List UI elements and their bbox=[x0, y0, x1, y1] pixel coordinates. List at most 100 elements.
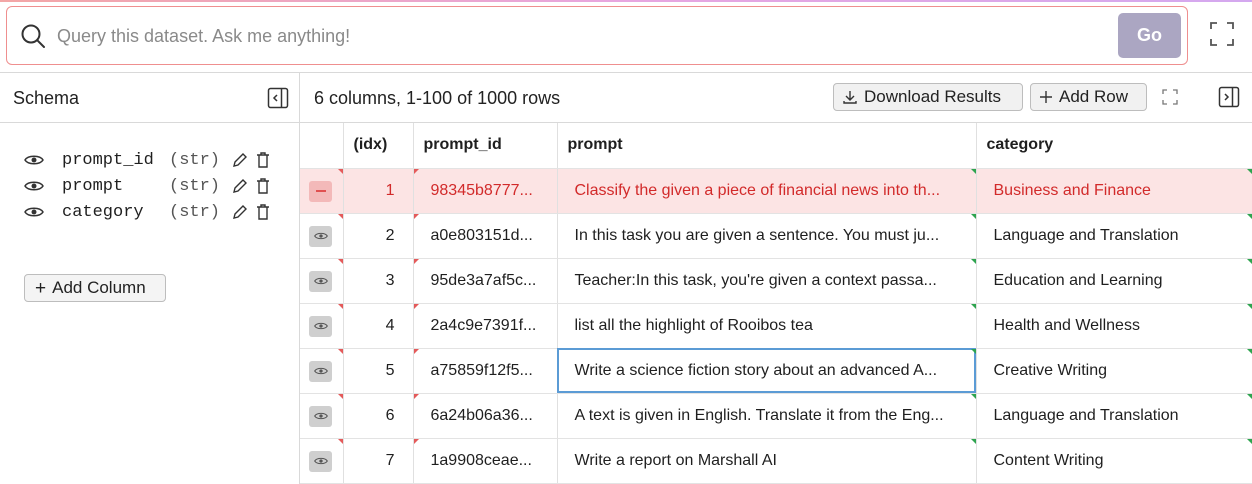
cell-text: Health and Wellness bbox=[993, 316, 1140, 334]
collapse-panel-icon[interactable] bbox=[267, 87, 289, 109]
eye-icon[interactable] bbox=[309, 360, 332, 382]
table-row[interactable]: 2 a0e803151d... In this task you are giv… bbox=[300, 213, 1252, 259]
trash-icon[interactable] bbox=[255, 203, 271, 221]
schema-column-type: (str) bbox=[169, 202, 221, 222]
add-column-button[interactable]: + Add Column bbox=[24, 274, 166, 302]
cell-text: list all the highlight of Rooibos tea bbox=[574, 316, 813, 334]
cell-category[interactable]: Creative Writing bbox=[976, 348, 1252, 394]
add-row-label: Add Row bbox=[1059, 87, 1128, 106]
cell-text: Language and Translation bbox=[993, 226, 1179, 244]
go-button[interactable]: Go bbox=[1118, 13, 1181, 58]
cell-prompt-id[interactable]: a0e803151d... bbox=[413, 213, 558, 259]
cell-prompt[interactable]: A text is given in English. Translate it… bbox=[557, 393, 977, 439]
cell-category[interactable]: Education and Learning bbox=[976, 258, 1252, 304]
table-row[interactable]: 7 1a9908ceae... Write a report on Marsha… bbox=[300, 438, 1252, 484]
cell-text: A text is given in English. Translate it… bbox=[574, 406, 944, 424]
cell-idx: 5 bbox=[343, 348, 414, 394]
fullscreen-icon[interactable] bbox=[1209, 21, 1235, 47]
cell-text: Write a report on Marshall AI bbox=[574, 451, 777, 469]
eye-icon[interactable] bbox=[24, 153, 44, 167]
eye-icon[interactable] bbox=[309, 270, 332, 292]
cell-prompt[interactable]: list all the highlight of Rooibos tea bbox=[557, 303, 977, 349]
eye-icon[interactable] bbox=[309, 450, 332, 472]
cell-category[interactable]: Language and Translation bbox=[976, 213, 1252, 259]
cell-category[interactable]: Content Writing bbox=[976, 438, 1252, 484]
cell-prompt[interactable]: Classify the given a piece of financial … bbox=[557, 168, 977, 214]
cell-prompt[interactable]: Write a report on Marshall AI bbox=[557, 438, 977, 484]
cell-category[interactable]: Business and Finance bbox=[976, 168, 1252, 214]
schema-column-name: category bbox=[62, 202, 144, 222]
cell-text: Education and Learning bbox=[993, 271, 1163, 289]
cell-prompt[interactable]: Teacher:In this task, you're given a con… bbox=[557, 258, 977, 304]
schema-column-prompt: prompt (str) bbox=[24, 173, 271, 199]
query-input[interactable] bbox=[57, 21, 1107, 51]
eye-icon[interactable] bbox=[24, 205, 44, 219]
cell-prompt-id[interactable]: 1a9908ceae... bbox=[413, 438, 558, 484]
table-panel: 6 columns, 1-100 of 1000 rows Download R… bbox=[300, 72, 1252, 484]
eye-icon[interactable] bbox=[309, 225, 332, 247]
plus-icon: + bbox=[35, 277, 47, 299]
eye-icon[interactable] bbox=[24, 179, 44, 193]
table-row[interactable]: 4 2a4c9e7391f... list all the highlight … bbox=[300, 303, 1252, 349]
header-prompt-id[interactable]: prompt_id bbox=[413, 123, 558, 169]
cell-prompt[interactable]: In this task you are given a sentence. Y… bbox=[557, 213, 977, 259]
cell-category[interactable]: Language and Translation bbox=[976, 393, 1252, 439]
row-control bbox=[300, 393, 344, 439]
table-row[interactable]: 5 a75859f12f5... Write a science fiction… bbox=[300, 348, 1252, 394]
expand-icon[interactable] bbox=[1162, 89, 1178, 105]
cell-text: 6a24b06a36... bbox=[430, 406, 533, 424]
table-row[interactable]: 6 6a24b06a36... A text is given in Engli… bbox=[300, 393, 1252, 439]
cell-prompt-id[interactable]: 98345b8777... bbox=[413, 168, 558, 214]
row-control bbox=[300, 438, 344, 484]
schema-column-name: prompt bbox=[62, 176, 124, 196]
cell-text: 2a4c9e7391f... bbox=[430, 316, 537, 334]
download-results-button[interactable]: Download Results bbox=[833, 83, 1023, 111]
schema-header: Schema bbox=[0, 73, 299, 123]
header-idx[interactable]: (idx) bbox=[343, 123, 414, 169]
pencil-icon[interactable] bbox=[231, 151, 249, 169]
schema-column-type: (str) bbox=[169, 176, 221, 196]
pencil-icon[interactable] bbox=[231, 177, 249, 195]
pencil-icon[interactable] bbox=[231, 203, 249, 221]
cell-text: Creative Writing bbox=[993, 361, 1108, 379]
query-gradient-line bbox=[0, 0, 1252, 2]
add-column-label: Add Column bbox=[52, 278, 146, 297]
schema-column-name: prompt_id bbox=[62, 150, 154, 170]
table-toolbar: 6 columns, 1-100 of 1000 rows Download R… bbox=[300, 73, 1252, 123]
eye-icon[interactable] bbox=[309, 405, 332, 427]
row-control bbox=[300, 168, 344, 214]
schema-column-category: category (str) bbox=[24, 199, 271, 225]
data-table: (idx) prompt_id prompt category 1 98345b… bbox=[300, 123, 1252, 484]
cell-idx: 3 bbox=[343, 258, 414, 304]
cell-idx: 4 bbox=[343, 303, 414, 349]
table-row[interactable]: 1 98345b8777... Classify the given a pie… bbox=[300, 168, 1252, 214]
trash-icon[interactable] bbox=[255, 151, 271, 169]
query-box[interactable]: Go bbox=[6, 6, 1188, 65]
header-category[interactable]: category bbox=[976, 123, 1252, 169]
cell-prompt-id[interactable]: 2a4c9e7391f... bbox=[413, 303, 558, 349]
schema-column-list: prompt_id (str) prompt (str) category (s… bbox=[24, 147, 271, 225]
eye-icon[interactable] bbox=[309, 315, 332, 337]
cell-text: Language and Translation bbox=[993, 406, 1179, 424]
download-results-label: Download Results bbox=[864, 87, 1002, 106]
cell-prompt-id[interactable]: 6a24b06a36... bbox=[413, 393, 558, 439]
table-row[interactable]: 3 95de3a7af5c... Teacher:In this task, y… bbox=[300, 258, 1252, 304]
row-count-summary: 6 columns, 1-100 of 1000 rows bbox=[314, 88, 561, 108]
cell-text: 98345b8777... bbox=[430, 181, 533, 199]
schema-column-type: (str) bbox=[169, 150, 221, 170]
cell-idx: 2 bbox=[343, 213, 414, 259]
add-row-button[interactable]: Add Row bbox=[1030, 83, 1147, 111]
plus-icon bbox=[1040, 91, 1052, 103]
schema-title: Schema bbox=[13, 88, 80, 108]
header-prompt[interactable]: prompt bbox=[557, 123, 977, 169]
minus-icon[interactable] bbox=[309, 180, 332, 202]
cell-idx: 7 bbox=[343, 438, 414, 484]
cell-text: Business and Finance bbox=[993, 181, 1151, 199]
cell-prompt-id[interactable]: 95de3a7af5c... bbox=[413, 258, 558, 304]
cell-prompt[interactable]: Write a science fiction story about an a… bbox=[557, 348, 977, 394]
trash-icon[interactable] bbox=[255, 177, 271, 195]
cell-prompt-id[interactable]: a75859f12f5... bbox=[413, 348, 558, 394]
collapse-panel-icon[interactable] bbox=[1218, 86, 1240, 108]
query-bar: Go bbox=[0, 0, 1252, 72]
cell-category[interactable]: Health and Wellness bbox=[976, 303, 1252, 349]
